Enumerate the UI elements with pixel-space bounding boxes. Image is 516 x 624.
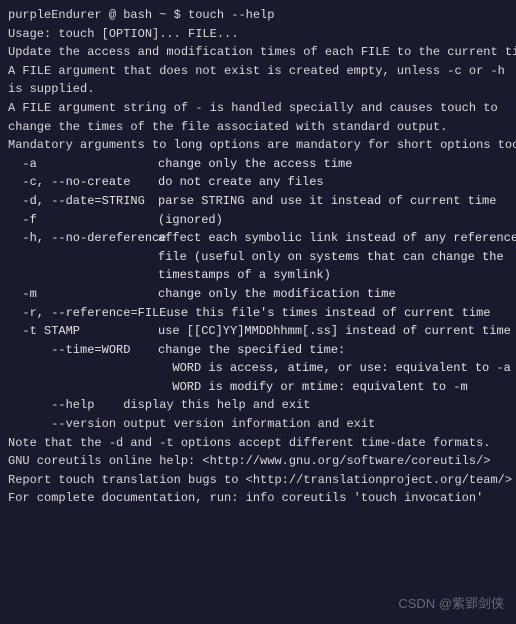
option-flag: [8, 248, 158, 267]
option-desc: affect each symbolic link instead of any…: [158, 229, 516, 248]
option-row: -achange only the access time: [8, 155, 508, 174]
option-desc: WORD is access, atime, or use: equivalen…: [158, 359, 511, 378]
option-row: -r, --reference=FILEuse this file's time…: [8, 304, 508, 323]
option-flag: [8, 266, 158, 285]
option-flag: -f: [8, 211, 158, 230]
option-desc: WORD is modify or mtime: equivalent to -…: [158, 378, 468, 397]
footer-line: GNU coreutils online help: <http://www.g…: [8, 452, 508, 471]
option-row: -t STAMPuse [[CC]YY]MMDDhhmm[.ss] instea…: [8, 322, 508, 341]
option-desc: change only the access time: [158, 155, 352, 174]
option-flag: -h, --no-dereference: [8, 229, 158, 248]
option-row: WORD is access, atime, or use: equivalen…: [8, 359, 508, 378]
description-line: Update the access and modification times…: [8, 43, 508, 62]
usage-line: Usage: touch [OPTION]... FILE...: [8, 25, 508, 44]
option-desc: parse STRING and use it instead of curre…: [158, 192, 496, 211]
option-row: -c, --no-createdo not create any files: [8, 173, 508, 192]
option-flag: [8, 359, 158, 378]
footer-line: For complete documentation, run: info co…: [8, 489, 508, 508]
option-desc: file (useful only on systems that can ch…: [158, 248, 504, 267]
watermark: CSDN @紫郢剑侠: [398, 594, 504, 614]
option-row: timestamps of a symlink): [8, 266, 508, 285]
option-desc: use this file's times instead of current…: [166, 304, 490, 323]
footer-line: Report touch translation bugs to <http:/…: [8, 471, 508, 490]
option-flag: -a: [8, 155, 158, 174]
option-flag: -c, --no-create: [8, 173, 158, 192]
option-flag: --help: [8, 398, 94, 412]
option-desc: (ignored): [158, 211, 223, 230]
option-row: -f(ignored): [8, 211, 508, 230]
option-flag: -r, --reference=FILE: [8, 304, 166, 323]
option-row: --help display this help and exit: [8, 396, 508, 415]
description-line: change the times of the file associated …: [8, 118, 508, 137]
option-desc: do not create any files: [158, 173, 324, 192]
option-row: --version output version information and…: [8, 415, 508, 434]
option-row: --time=WORDchange the specified time:: [8, 341, 508, 360]
mandatory-line: Mandatory arguments to long options are …: [8, 136, 508, 155]
option-desc: display this help and exit: [123, 398, 310, 412]
option-flag: [8, 378, 158, 397]
option-flag: --time=WORD: [8, 341, 158, 360]
option-flag: -d, --date=STRING: [8, 192, 158, 211]
option-desc: change only the modification time: [158, 285, 396, 304]
option-desc: use [[CC]YY]MMDDhhmm[.ss] instead of cur…: [158, 322, 511, 341]
description-line: A FILE argument that does not exist is c…: [8, 62, 508, 81]
description-line: is supplied.: [8, 80, 508, 99]
option-flag: --version: [8, 417, 116, 431]
option-flag: -t STAMP: [8, 322, 158, 341]
option-flag: -m: [8, 285, 158, 304]
option-row: file (useful only on systems that can ch…: [8, 248, 508, 267]
option-desc: timestamps of a symlink): [158, 266, 331, 285]
option-row: -d, --date=STRINGparse STRING and use it…: [8, 192, 508, 211]
note-line: Note that the -d and -t options accept d…: [8, 434, 508, 453]
option-row: -mchange only the modification time: [8, 285, 508, 304]
shell-prompt[interactable]: purpleEndurer @ bash ~ $ touch --help: [8, 6, 508, 25]
option-row: WORD is modify or mtime: equivalent to -…: [8, 378, 508, 397]
option-desc: change the specified time:: [158, 341, 345, 360]
option-row: -h, --no-dereferenceaffect each symbolic…: [8, 229, 508, 248]
description-line: A FILE argument string of - is handled s…: [8, 99, 508, 118]
option-desc: output version information and exit: [123, 417, 375, 431]
